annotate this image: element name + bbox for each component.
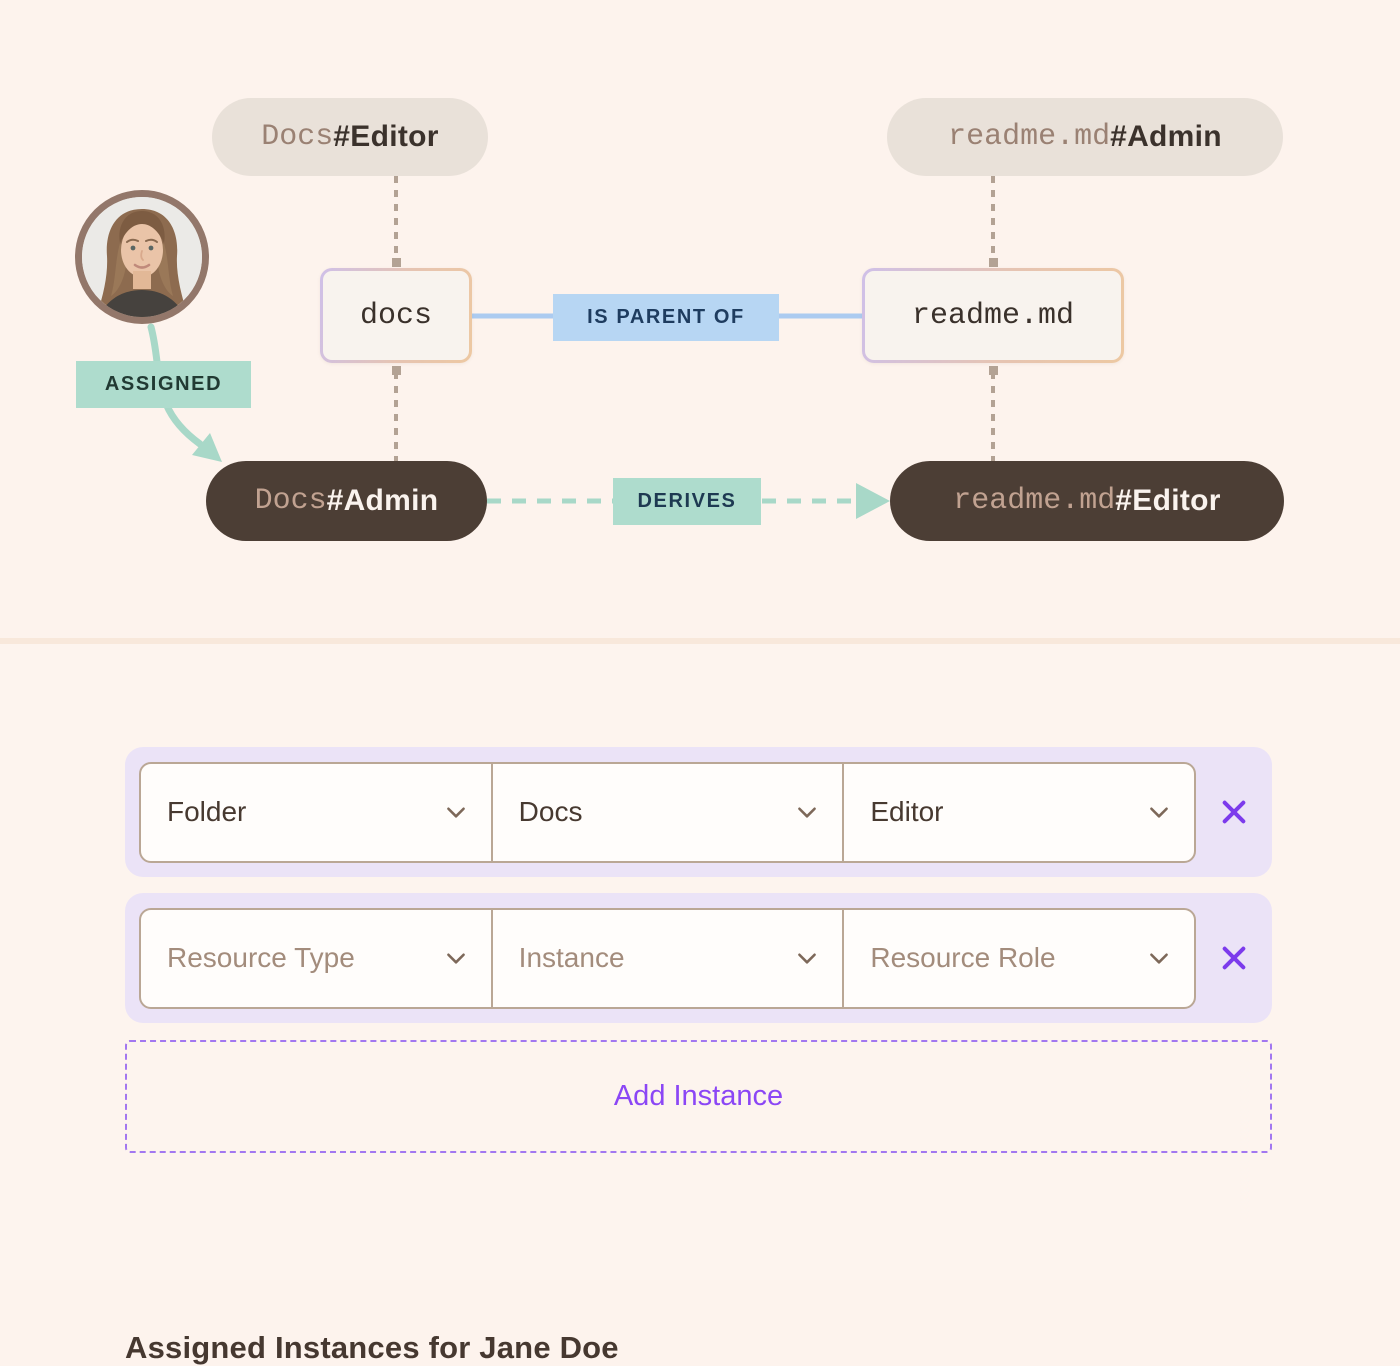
relation-object: readme.md	[948, 120, 1110, 154]
relation-object: readme.md	[953, 484, 1115, 518]
select-placeholder: Instance	[519, 942, 625, 974]
relation-role: #Editor	[333, 120, 438, 154]
node-docs[interactable]: docs	[320, 268, 472, 363]
remove-row-button[interactable]	[1196, 908, 1272, 1009]
instance-select[interactable]: Docs	[491, 762, 845, 863]
chevron-down-icon	[1146, 799, 1172, 825]
resource-type-select[interactable]: Folder	[139, 762, 493, 863]
edge-label-assigned: ASSIGNED	[76, 361, 251, 408]
select-placeholder: Resource Role	[870, 942, 1055, 974]
assignment-selects: Resource Type Instance Resource Role	[139, 908, 1196, 1009]
port-handle	[989, 258, 998, 267]
permissions-diagram: Docs#Editor readme.md#Admin docs readme.…	[0, 0, 1400, 641]
node-docs-label: docs	[323, 271, 469, 360]
relation-pill-docs-admin[interactable]: Docs#Admin	[206, 461, 487, 541]
select-placeholder: Resource Type	[167, 942, 355, 974]
edge-label-derives: DERIVES	[613, 478, 761, 525]
remove-row-button[interactable]	[1196, 762, 1272, 863]
relation-pill-readme-editor[interactable]: readme.md#Editor	[890, 461, 1284, 541]
chevron-down-icon	[1146, 945, 1172, 971]
woman-portrait-icon	[82, 197, 202, 317]
add-instance-button[interactable]: Add Instance	[125, 1040, 1272, 1153]
relation-role: #Editor	[1115, 484, 1220, 518]
assignment-row-empty: Resource Type Instance Resource Role	[125, 893, 1272, 1023]
node-readme-label: readme.md	[865, 271, 1121, 360]
select-value: Docs	[519, 796, 583, 828]
panel-title: Assigned Instances for Jane Doe	[125, 1330, 619, 1366]
port-handle	[392, 366, 401, 375]
resource-role-select[interactable]: Resource Role	[842, 908, 1196, 1009]
relation-pill-readme-admin[interactable]: readme.md#Admin	[887, 98, 1283, 176]
select-value: Folder	[167, 796, 246, 828]
relation-object: Docs	[261, 120, 333, 154]
resource-type-select[interactable]: Resource Type	[139, 908, 493, 1009]
assignment-selects: Folder Docs Editor	[139, 762, 1196, 863]
instance-select[interactable]: Instance	[491, 908, 845, 1009]
resource-role-select[interactable]: Editor	[842, 762, 1196, 863]
chevron-down-icon	[794, 799, 820, 825]
select-value: Editor	[870, 796, 943, 828]
jane-doe-avatar[interactable]	[75, 190, 209, 324]
edge-label-is-parent-of: IS PARENT OF	[553, 294, 779, 341]
chevron-down-icon	[443, 799, 469, 825]
assigned-instances-panel: Assigned Instances for Jane Doe Folder D…	[0, 644, 1400, 1280]
close-icon	[1218, 796, 1250, 828]
relation-object: Docs	[255, 484, 327, 518]
chevron-down-icon	[443, 945, 469, 971]
relation-role: #Admin	[327, 484, 439, 518]
port-handle	[989, 366, 998, 375]
port-handle	[392, 258, 401, 267]
assignment-row-filled: Folder Docs Editor	[125, 747, 1272, 877]
relation-role: #Admin	[1110, 120, 1222, 154]
node-readme[interactable]: readme.md	[862, 268, 1124, 363]
relation-pill-docs-editor[interactable]: Docs#Editor	[212, 98, 488, 176]
derives-arrowhead-icon	[856, 483, 890, 519]
close-icon	[1218, 942, 1250, 974]
chevron-down-icon	[794, 945, 820, 971]
